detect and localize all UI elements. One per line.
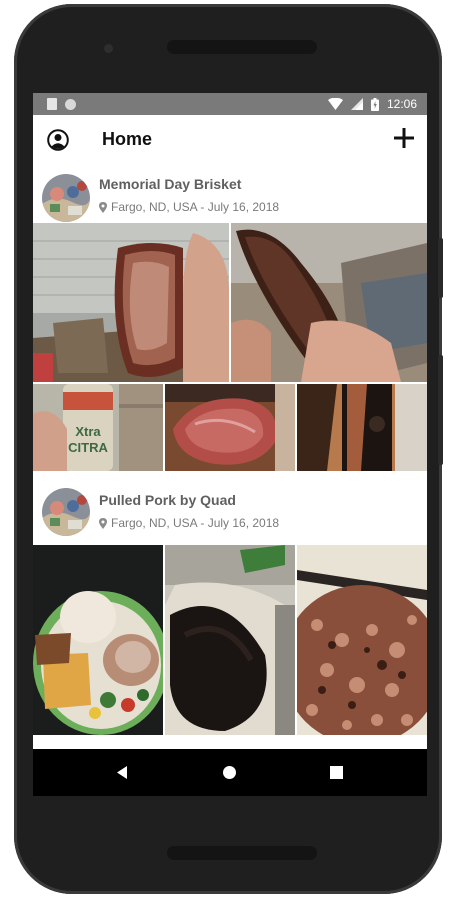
- post-title: Memorial Day Brisket: [99, 176, 242, 192]
- app-toolbar: Home: [33, 115, 427, 165]
- back-icon[interactable]: [115, 765, 129, 780]
- post-avatar[interactable]: [42, 174, 90, 222]
- screen: 12:06 Home Memorial Day Brisket Fargo, N…: [33, 93, 427, 796]
- svg-text:CITRA: CITRA: [68, 440, 108, 455]
- post-header: Pulled Pork by Quad Fargo, ND, USA - Jul…: [33, 471, 427, 545]
- top-speaker: [167, 40, 317, 54]
- home-icon[interactable]: [222, 765, 237, 780]
- photo-tile[interactable]: [231, 223, 427, 382]
- status-bar: 12:06: [33, 93, 427, 115]
- wifi-icon: [327, 98, 343, 110]
- location-pin-icon: [99, 201, 107, 213]
- post-card[interactable]: Pulled Pork by Quad Fargo, ND, USA - Jul…: [33, 471, 427, 735]
- bottom-speaker: [167, 846, 317, 860]
- page-title: Home: [102, 129, 153, 149]
- notification-icon: [65, 98, 76, 110]
- post-location-text: Fargo, ND, USA - July 16, 2018: [111, 200, 280, 214]
- navigation-bar: [33, 749, 427, 796]
- post-location: Fargo, ND, USA - July 16, 2018: [99, 200, 279, 214]
- post-location: Fargo, ND, USA - July 16, 2018: [99, 516, 279, 530]
- photo-grid: [33, 545, 427, 735]
- photo-grid: Xtra CITRA: [33, 223, 427, 471]
- account-icon[interactable]: [47, 129, 69, 151]
- photo-tile[interactable]: [33, 223, 229, 382]
- battery-icon: [370, 97, 379, 111]
- photo-tile[interactable]: [297, 545, 427, 735]
- svg-text:Xtra: Xtra: [75, 424, 101, 439]
- post-card[interactable]: Memorial Day Brisket Fargo, ND, USA - Ju…: [33, 165, 427, 471]
- front-camera: [104, 44, 113, 53]
- sd-card-icon: [47, 98, 57, 110]
- photo-tile[interactable]: [165, 384, 295, 471]
- volume-button[interactable]: [438, 238, 443, 298]
- recents-icon[interactable]: [330, 766, 343, 779]
- photo-tile[interactable]: Xtra CITRA: [33, 384, 163, 471]
- post-title: Pulled Pork by Quad: [99, 492, 236, 508]
- photo-tile[interactable]: [33, 545, 163, 735]
- photo-tile[interactable]: [165, 545, 295, 735]
- location-pin-icon: [99, 517, 107, 529]
- add-icon[interactable]: [391, 125, 417, 151]
- post-header: Memorial Day Brisket Fargo, ND, USA - Ju…: [33, 165, 427, 223]
- clock: 12:06: [386, 97, 417, 111]
- power-button[interactable]: [438, 355, 443, 465]
- photo-tile[interactable]: [297, 384, 427, 471]
- post-avatar[interactable]: [42, 488, 90, 536]
- signal-icon: [350, 98, 363, 110]
- post-location-text: Fargo, ND, USA - July 16, 2018: [111, 516, 280, 530]
